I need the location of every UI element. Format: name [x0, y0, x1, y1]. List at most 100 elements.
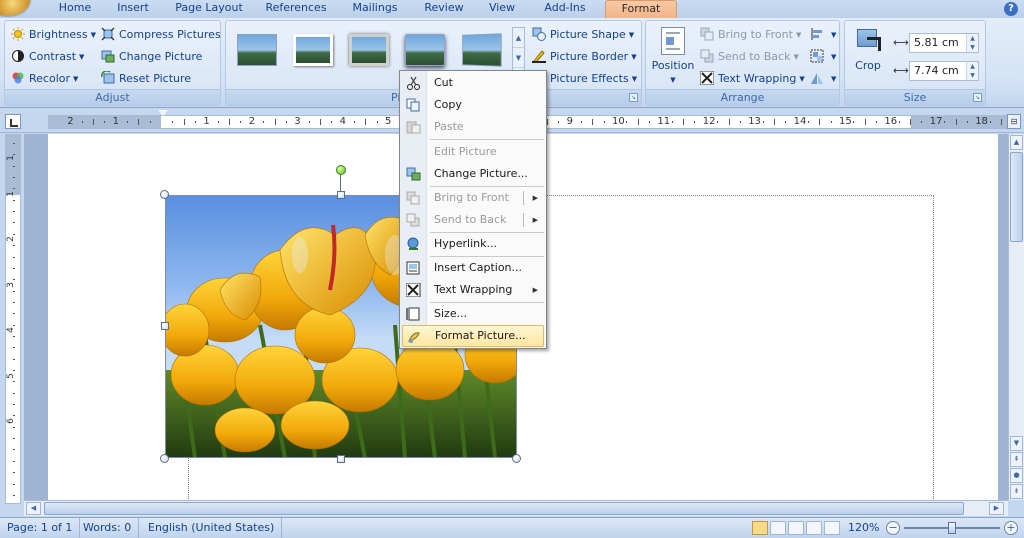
tab-view[interactable]: View — [482, 0, 522, 18]
compress-pictures-button[interactable]: Compress Pictures — [101, 25, 221, 45]
crop-button[interactable]: Crop — [849, 25, 887, 81]
menu-item-change-picture[interactable]: Change Picture... — [402, 163, 544, 185]
ruler-number: 13 — [748, 116, 761, 127]
tab-add-ins[interactable]: Add-Ins — [536, 0, 594, 18]
menu-item-hyperlink[interactable]: Hyperlink... — [402, 233, 544, 255]
width-field[interactable]: 7.74 cm ▲ ▼ — [909, 61, 979, 81]
resize-handle-bottom[interactable] — [337, 455, 345, 463]
horizontal-scrollbar[interactable]: ◀ ▶ — [24, 500, 1008, 516]
ruler-tick — [104, 121, 106, 123]
tab-selector-icon[interactable] — [5, 114, 21, 129]
horizontal-scroll-thumb[interactable] — [44, 502, 964, 515]
send-to-back-button[interactable]: Send to Back ▼ — [700, 47, 799, 67]
previous-page-icon[interactable]: ⇞ — [1010, 452, 1023, 467]
zoom-slider-knob[interactable] — [948, 522, 956, 534]
vertical-ruler-number: 6 — [5, 418, 16, 424]
height-spinner[interactable]: ▲ ▼ — [966, 34, 978, 52]
text-wrapping-button[interactable]: Text Wrapping ▼ — [699, 69, 805, 89]
brightness-icon — [11, 27, 25, 41]
gallery-down-icon[interactable]: ▼ — [513, 48, 524, 68]
group-button[interactable]: ▼ — [810, 47, 836, 67]
menu-item-paste[interactable]: Paste — [402, 116, 544, 138]
menu-item-send-to-back[interactable]: Send to Back ▶ — [402, 209, 544, 231]
brightness-button[interactable]: Brightness ▼ — [11, 25, 96, 45]
word-count[interactable]: Words: 0 — [76, 518, 140, 538]
menu-item-edit-picture[interactable]: Edit Picture — [402, 141, 544, 163]
vertical-scroll-thumb[interactable] — [1010, 152, 1023, 242]
change-picture-button[interactable]: Change Picture — [101, 47, 202, 67]
vertical-ruler-tick — [13, 472, 15, 474]
language-indicator[interactable]: English (United States) — [141, 518, 283, 538]
help-icon[interactable]: ? — [1004, 2, 1018, 16]
contrast-button[interactable]: Contrast ▼ — [11, 47, 84, 67]
resize-handle-top[interactable] — [337, 191, 345, 199]
rotate-handle[interactable] — [336, 165, 346, 175]
resize-handle-left[interactable] — [161, 322, 169, 330]
menu-item-text-wrapping[interactable]: Text Wrapping ▶ — [402, 279, 544, 301]
menu-item-size[interactable]: Size... — [402, 303, 544, 325]
scroll-right-icon[interactable]: ▶ — [989, 502, 1004, 515]
tab-mailings[interactable]: Mailings — [346, 0, 404, 18]
indent-marker-icon[interactable] — [158, 110, 168, 116]
change-picture-label: Change Picture — [119, 50, 203, 63]
position-button[interactable]: Position ▼ — [650, 25, 696, 85]
page-count[interactable]: Page: 1 of 1 — [0, 518, 81, 538]
resize-handle-top-left[interactable] — [160, 190, 169, 199]
view-ruler-icon[interactable]: ⊟ — [1007, 114, 1021, 129]
bring-to-front-button[interactable]: Bring to Front ▼ — [700, 25, 801, 45]
full-screen-reading-icon[interactable] — [770, 521, 786, 535]
resize-handle-bottom-left[interactable] — [160, 454, 169, 463]
recolor-label: Recolor — [29, 72, 71, 85]
size-launcher-icon[interactable]: ↘ — [973, 93, 982, 102]
style-thumbnail[interactable] — [237, 34, 277, 66]
style-thumbnail[interactable] — [462, 33, 502, 67]
vertical-scrollbar[interactable]: ▲ ▼ ⇞ ● ⇟ — [1008, 134, 1024, 500]
outline-icon[interactable] — [806, 521, 822, 535]
menu-item-cut[interactable]: Cut — [402, 72, 544, 94]
picture-shape-button[interactable]: Picture Shape ▼ — [532, 25, 634, 45]
align-button[interactable]: ▼ — [810, 25, 836, 45]
zoom-out-icon[interactable]: − — [886, 521, 900, 535]
tab-page-layout[interactable]: Page Layout — [170, 0, 248, 18]
picture-effects-button[interactable]: Picture Effects ▼ — [532, 69, 637, 89]
zoom-in-icon[interactable]: + — [1004, 521, 1018, 535]
tab-insert[interactable]: Insert — [108, 0, 158, 18]
menu-item-format-picture[interactable]: Format Picture... — [402, 325, 544, 347]
vertical-ruler-tick — [13, 165, 15, 167]
status-bar: Page: 1 of 1 Words: 0 English (United St… — [0, 517, 1024, 538]
ruler-tick — [773, 119, 775, 125]
resize-handle-bottom-right[interactable] — [512, 454, 521, 463]
next-page-icon[interactable]: ⇟ — [1010, 484, 1023, 499]
tab-format[interactable]: Format — [605, 0, 677, 18]
menu-item-insert-caption[interactable]: Insert Caption... — [402, 257, 544, 279]
style-thumbnail[interactable] — [405, 34, 445, 66]
height-field[interactable]: 5.81 cm ▲ ▼ — [909, 33, 979, 53]
print-layout-icon[interactable] — [752, 521, 768, 535]
scroll-down-icon[interactable]: ▼ — [1010, 436, 1023, 451]
picture-styles-launcher-icon[interactable]: ↘ — [629, 93, 638, 102]
gallery-up-icon[interactable]: ▲ — [513, 28, 524, 48]
width-spinner[interactable]: ▲ ▼ — [966, 62, 978, 80]
web-layout-icon[interactable] — [788, 521, 804, 535]
style-thumbnail[interactable] — [293, 34, 333, 66]
browse-object-icon[interactable]: ● — [1010, 468, 1023, 483]
menu-item-copy[interactable]: Copy — [402, 94, 544, 116]
draft-icon[interactable] — [824, 521, 840, 535]
vertical-ruler-tick — [13, 324, 15, 326]
picture-border-button[interactable]: Picture Border ▼ — [532, 47, 637, 67]
recolor-button[interactable]: Recolor ▼ — [11, 69, 78, 89]
menu-item-bring-to-front[interactable]: Bring to Front ▶ — [402, 187, 544, 209]
scroll-up-icon[interactable]: ▲ — [1010, 135, 1023, 150]
tab-review[interactable]: Review — [418, 0, 470, 18]
ruler-tick — [217, 121, 219, 123]
rotate-button[interactable]: ▼ — [810, 69, 836, 89]
hyperlink-icon — [406, 237, 421, 251]
scroll-left-icon[interactable]: ◀ — [26, 502, 41, 515]
tab-home[interactable]: Home — [48, 0, 102, 18]
vertical-ruler[interactable]: 1 1 2 3 4 5 6 — [5, 134, 21, 504]
tab-references[interactable]: References — [260, 0, 332, 18]
style-thumbnail[interactable] — [349, 34, 389, 66]
reset-picture-button[interactable]: Reset Picture — [101, 69, 191, 89]
zoom-level[interactable]: 120% — [848, 518, 879, 538]
office-button[interactable] — [0, 0, 30, 16]
